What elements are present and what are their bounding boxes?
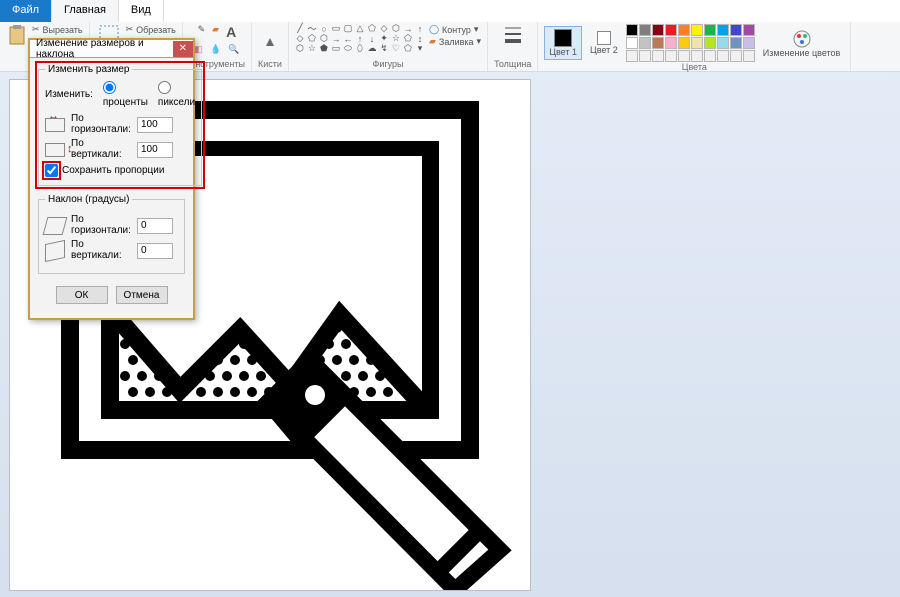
fill-tool[interactable]: ▰: [210, 24, 221, 35]
resize-horizontal-icon: [45, 118, 65, 132]
brushes-label: Кисти: [258, 59, 282, 71]
paste-button[interactable]: [6, 24, 28, 46]
color-swatch[interactable]: [639, 50, 651, 62]
cut-button[interactable]: ✂Вырезать: [32, 24, 83, 35]
app-tabs: Файл Главная Вид: [0, 0, 900, 22]
color-swatch[interactable]: [678, 37, 690, 49]
keep-aspect-label: Сохранить пропорции: [62, 165, 164, 176]
crop-button[interactable]: ✂Обрезать: [126, 24, 176, 35]
text-tool[interactable]: A: [224, 24, 238, 40]
ok-button[interactable]: ОК: [56, 286, 108, 304]
radio-pixels[interactable]: пиксели: [158, 81, 195, 108]
shapes-gallery[interactable]: ╱〜○▭▢△⬠◇⬡→↑ ◇⬠⬡→←↑↓✦☆⬠↕ ⬡☆⬟▭⬭⬯☁↯♡⬠▾: [295, 24, 425, 53]
color-swatch[interactable]: [626, 24, 638, 36]
shape-fill[interactable]: ▰Заливка ▾: [429, 36, 481, 47]
cancel-button[interactable]: Отмена: [116, 286, 168, 304]
color-swatch[interactable]: [691, 24, 703, 36]
color-swatch[interactable]: [743, 50, 755, 62]
color-swatch[interactable]: [730, 50, 742, 62]
dialog-titlebar[interactable]: Изменение размеров и наклона ✕: [30, 40, 193, 58]
dialog-title: Изменение размеров и наклона: [36, 38, 173, 60]
resize-fieldset: Изменить размер Изменить: проценты пиксе…: [38, 64, 202, 186]
color-swatch[interactable]: [717, 37, 729, 49]
resize-by-label: Изменить:: [45, 89, 93, 100]
color-swatch[interactable]: [639, 24, 651, 36]
edit-colors-button[interactable]: Изменение цветов: [759, 27, 845, 60]
color-swatch[interactable]: [704, 24, 716, 36]
color-swatch[interactable]: [691, 50, 703, 62]
resize-skew-dialog: Изменение размеров и наклона ✕ Изменить …: [28, 38, 195, 320]
color-swatch[interactable]: [704, 50, 716, 62]
resize-legend: Изменить размер: [45, 64, 132, 75]
skew-fieldset: Наклон (градусы) По горизонтали: По верт…: [38, 194, 185, 274]
color-swatch[interactable]: [717, 24, 729, 36]
color-swatch[interactable]: [743, 24, 755, 36]
skew-horizontal-icon: [43, 217, 68, 235]
color-swatch[interactable]: [626, 37, 638, 49]
color-swatch[interactable]: [717, 50, 729, 62]
zoom-tool[interactable]: 🔍: [226, 44, 241, 55]
color-swatch[interactable]: [704, 37, 716, 49]
color-swatch[interactable]: [665, 37, 677, 49]
pencil-tool[interactable]: ✎: [196, 24, 208, 35]
shape-outline[interactable]: ◯Контур ▾: [429, 24, 481, 35]
radio-percent[interactable]: проценты: [103, 81, 148, 108]
tab-view[interactable]: Вид: [119, 0, 164, 22]
close-icon[interactable]: ✕: [173, 41, 193, 57]
skew-legend: Наклон (градусы): [45, 194, 132, 205]
skew-vertical-icon: [45, 239, 65, 261]
color-swatch[interactable]: [639, 37, 651, 49]
color-swatch[interactable]: [730, 24, 742, 36]
color-swatch[interactable]: [691, 37, 703, 49]
skew-v-input[interactable]: [137, 243, 173, 259]
tab-file[interactable]: Файл: [0, 0, 52, 22]
color-swatch[interactable]: [743, 37, 755, 49]
color-2-button[interactable]: Цвет 2: [586, 29, 622, 57]
color-swatch[interactable]: [665, 50, 677, 62]
color-1-button[interactable]: Цвет 1: [544, 26, 582, 60]
resize-v-input[interactable]: [137, 142, 173, 158]
keep-aspect-checkbox[interactable]: [45, 164, 58, 177]
color-palette: [626, 24, 755, 62]
resize-h-input[interactable]: [137, 117, 173, 133]
color-swatch[interactable]: [626, 50, 638, 62]
resize-v-label: По вертикали:: [71, 139, 131, 160]
skew-h-label: По горизонтали:: [71, 215, 131, 236]
color-swatch[interactable]: [652, 50, 664, 62]
thickness-button[interactable]: [501, 24, 525, 46]
color-swatch[interactable]: [730, 37, 742, 49]
color-swatch[interactable]: [652, 24, 664, 36]
color-swatch[interactable]: [678, 50, 690, 62]
color-swatch[interactable]: [652, 37, 664, 49]
brushes-button[interactable]: [258, 24, 282, 48]
color-swatch[interactable]: [665, 24, 677, 36]
skew-h-input[interactable]: [137, 218, 173, 234]
resize-vertical-icon: [45, 143, 65, 157]
color-swatch[interactable]: [678, 24, 690, 36]
tab-home[interactable]: Главная: [52, 0, 119, 22]
shapes-label: Фигуры: [373, 59, 404, 71]
thickness-label: Толщина: [494, 59, 531, 71]
picker-tool[interactable]: 💧: [208, 44, 223, 55]
skew-v-label: По вертикали:: [71, 240, 131, 261]
resize-h-label: По горизонтали:: [71, 114, 131, 135]
